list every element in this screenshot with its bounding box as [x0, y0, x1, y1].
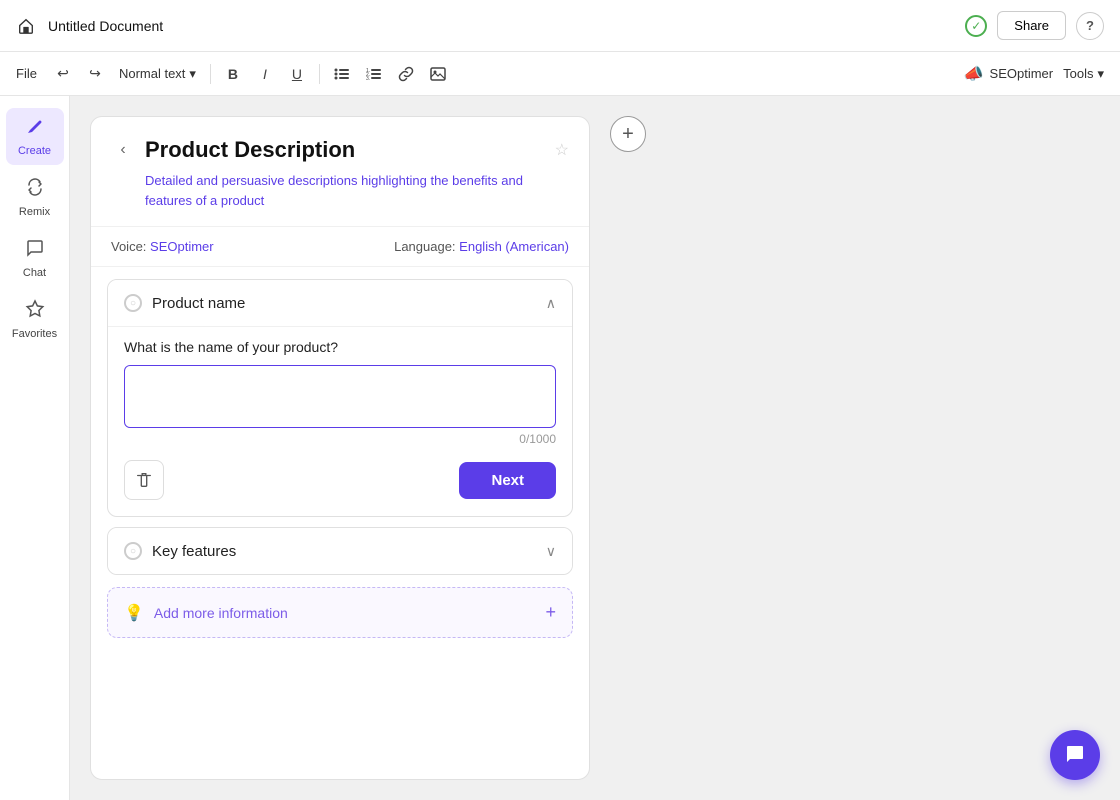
bullet-list-button[interactable]	[328, 60, 356, 88]
voice-label: Voice:	[111, 239, 146, 254]
help-button[interactable]: ?	[1076, 12, 1104, 40]
chat-icon	[25, 238, 45, 263]
text-style-label: Normal text	[119, 66, 185, 81]
seoptimizer-button[interactable]: 📣 SEOptimer	[964, 64, 1054, 84]
tools-button[interactable]: Tools ▾	[1063, 66, 1104, 82]
tools-chevron: ▾	[1097, 66, 1104, 82]
key-features-header-left: ○ Key features	[124, 542, 236, 560]
key-features-header[interactable]: ○ Key features ∨	[108, 528, 572, 574]
undo-button[interactable]: ↩	[49, 60, 77, 88]
add-block-button[interactable]: +	[610, 116, 646, 152]
svg-text:3.: 3.	[366, 76, 370, 82]
toolbar-divider-1	[210, 64, 211, 84]
link-button[interactable]	[392, 60, 420, 88]
card-header-top: ‹ Product Description ☆	[111, 137, 569, 163]
underline-button[interactable]: U	[283, 60, 311, 88]
sidebar-item-favorites[interactable]: Favorites	[6, 291, 64, 348]
key-features-status-icon: ○	[124, 542, 142, 560]
product-name-question: What is the name of your product?	[124, 339, 556, 355]
product-name-title: Product name	[152, 295, 245, 312]
add-more-label: Add more information	[154, 605, 288, 621]
toolbar: File ↩ ↪ Normal text ▾ B I U 1.2.3. 📣 SE…	[0, 52, 1120, 96]
create-icon	[25, 116, 45, 141]
delete-button[interactable]	[124, 460, 164, 500]
card-title: Product Description	[145, 137, 545, 163]
add-more-left: 💡 Add more information	[124, 603, 288, 623]
section-header-left: ○ Product name	[124, 294, 245, 312]
language-value[interactable]: English (American)	[459, 239, 569, 254]
sidebar-create-label: Create	[18, 145, 51, 157]
sidebar-item-create[interactable]: Create	[6, 108, 64, 165]
right-add-area: +	[590, 96, 1120, 800]
voice-lang-row: Voice: SEOptimer Language: English (Amer…	[91, 227, 589, 267]
sidebar-chat-label: Chat	[23, 267, 46, 279]
key-features-chevron: ∨	[546, 543, 556, 560]
sidebar-remix-label: Remix	[19, 206, 50, 218]
image-button[interactable]	[424, 60, 452, 88]
product-name-input-wrapper	[124, 365, 556, 428]
section-actions: Next	[124, 460, 556, 500]
ordered-list-button[interactable]: 1.2.3.	[360, 60, 388, 88]
desc-plain: Detailed and persuasive descriptions hig…	[145, 173, 452, 188]
product-name-status-icon: ○	[124, 294, 142, 312]
seoptimizer-icon: 📣	[964, 64, 984, 84]
star-button[interactable]: ☆	[555, 140, 569, 160]
card-description: Detailed and persuasive descriptions hig…	[111, 171, 569, 210]
card-header: ‹ Product Description ☆ Detailed and per…	[91, 117, 589, 227]
language-label: Language:	[394, 239, 455, 254]
document-title: Untitled Document	[48, 18, 953, 34]
check-icon: ✓	[965, 15, 987, 37]
sidebar-item-remix[interactable]: Remix	[6, 169, 64, 226]
redo-button[interactable]: ↪	[81, 60, 109, 88]
add-more-plus: +	[545, 602, 556, 623]
char-count: 0/1000	[124, 432, 556, 446]
main-layout: Create Remix Chat	[0, 96, 1120, 800]
home-icon[interactable]	[16, 16, 36, 36]
favorites-icon	[25, 299, 45, 324]
topbar-actions: ✓ Share ?	[965, 11, 1104, 40]
product-name-input[interactable]	[135, 374, 545, 414]
tools-label: Tools	[1063, 66, 1093, 81]
sidebar-favorites-label: Favorites	[12, 328, 57, 340]
text-style-select[interactable]: Normal text ▾	[113, 62, 202, 86]
chat-bubble-button[interactable]	[1050, 730, 1100, 780]
add-more-section[interactable]: 💡 Add more information +	[107, 587, 573, 638]
toolbar-right: 📣 SEOptimer Tools ▾	[964, 64, 1104, 84]
voice-value[interactable]: SEOptimer	[150, 239, 214, 254]
desc-end: of a product	[192, 193, 264, 208]
seoptimizer-label: SEOptimer	[990, 66, 1054, 81]
italic-button[interactable]: I	[251, 60, 279, 88]
key-features-section: ○ Key features ∨	[107, 527, 573, 575]
remix-icon	[25, 177, 45, 202]
product-name-header[interactable]: ○ Product name ∧	[108, 280, 572, 326]
sidebar: Create Remix Chat	[0, 96, 70, 800]
product-name-section: ○ Product name ∧ What is the name of you…	[107, 279, 573, 517]
next-button[interactable]: Next	[459, 462, 556, 499]
card-panel: ‹ Product Description ☆ Detailed and per…	[90, 116, 590, 780]
share-button[interactable]: Share	[997, 11, 1066, 40]
add-more-icon: 💡	[124, 603, 144, 623]
back-button[interactable]: ‹	[111, 138, 135, 162]
product-name-chevron: ∧	[546, 295, 556, 312]
content-area: ‹ Product Description ☆ Detailed and per…	[70, 96, 1120, 800]
text-style-chevron: ▾	[189, 66, 196, 82]
product-name-body: What is the name of your product? 0/1000…	[108, 326, 572, 516]
key-features-title: Key features	[152, 543, 236, 560]
toolbar-divider-2	[319, 64, 320, 84]
topbar: Untitled Document ✓ Share ?	[0, 0, 1120, 52]
sidebar-item-chat[interactable]: Chat	[6, 230, 64, 287]
file-menu[interactable]: File	[16, 66, 37, 81]
bold-button[interactable]: B	[219, 60, 247, 88]
